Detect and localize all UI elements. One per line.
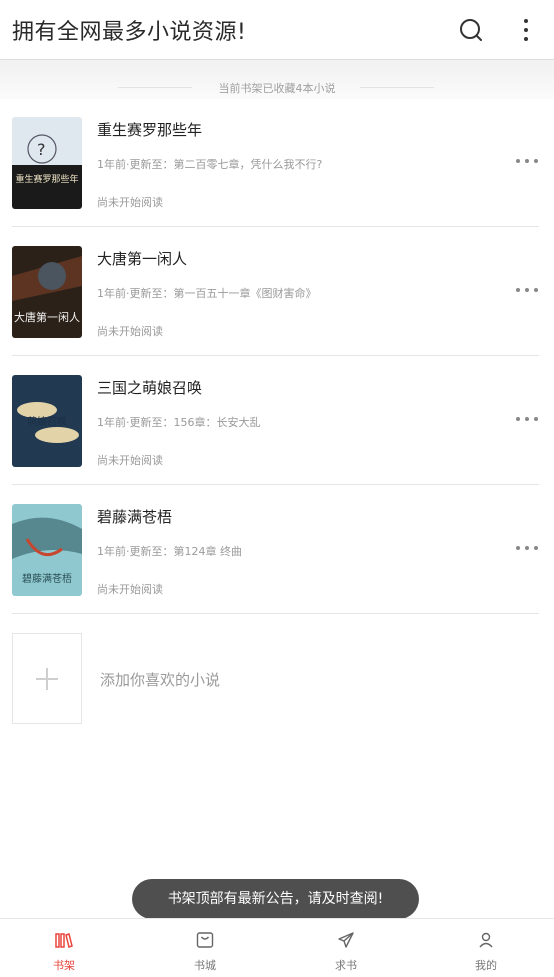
- tab-profile[interactable]: 我的: [446, 919, 526, 977]
- tab-label: 书城: [194, 959, 216, 972]
- reading-status: 尚未开始阅读: [97, 454, 163, 467]
- book-title: 大唐第一闲人: [97, 250, 188, 268]
- book-item[interactable]: 大唐第一闲人 大唐第一闲人 1年前·更新至：第一百五十一章《图财害命》 尚未开始…: [12, 246, 539, 356]
- book-update-info: 1年前·更新至：156章：长安大乱: [97, 416, 261, 429]
- book-cover: 碧藤满苍梧: [12, 504, 82, 596]
- book-cover: 大唐第一闲人: [12, 246, 82, 338]
- reading-status: 尚未开始阅读: [97, 196, 163, 209]
- book-item[interactable]: 碧藤满苍梧 碧藤满苍梧 1年前·更新至：第124章 终曲 尚未开始阅读: [12, 504, 539, 614]
- bookstore-icon: [196, 932, 214, 948]
- user-icon: [479, 932, 493, 948]
- cover-title: 萌娘召唤: [27, 415, 67, 428]
- shelf-notice: 当前书架已收藏4本小说: [0, 61, 554, 99]
- book-item[interactable]: 萌娘召唤 三国之萌娘召唤 1年前·更新至：156章：长安大乱 尚未开始阅读: [12, 375, 539, 485]
- app-bar: 拥有全网最多小说资源!: [0, 0, 554, 60]
- add-book-label[interactable]: 添加你喜欢的小说: [100, 669, 220, 690]
- book-item[interactable]: ? 重生赛罗那些年 重生赛罗那些年 1年前·更新至：第二百零七章，凭什么我不行?…: [12, 117, 539, 227]
- cover-title: 重生赛罗那些年: [15, 173, 78, 185]
- svg-text:?: ?: [37, 140, 46, 159]
- tab-label: 求书: [335, 959, 357, 972]
- book-cover: 萌娘召唤: [12, 375, 82, 467]
- cover-title: 碧藤满苍梧: [22, 572, 72, 585]
- book-update-info: 1年前·更新至：第一百五十一章《图财害命》: [97, 287, 317, 300]
- reading-status: 尚未开始阅读: [97, 583, 163, 596]
- book-update-info: 1年前·更新至：第124章 终曲: [97, 545, 242, 558]
- divider: [360, 87, 434, 88]
- more-horizontal-icon[interactable]: [515, 155, 539, 167]
- more-horizontal-icon[interactable]: [515, 542, 539, 554]
- book-title: 三国之萌娘召唤: [97, 379, 203, 397]
- add-book-button[interactable]: [12, 633, 82, 724]
- book-cover: ? 重生赛罗那些年: [12, 117, 82, 209]
- more-vertical-icon[interactable]: [514, 16, 538, 44]
- toast-message: 书架顶部有最新公告，请及时查阅!: [132, 879, 419, 919]
- bookshelf-icon: [55, 933, 73, 948]
- paper-plane-icon: [338, 932, 354, 948]
- book-update-info: 1年前·更新至：第二百零七章，凭什么我不行?: [97, 158, 323, 171]
- tab-bookshelf[interactable]: 书架: [24, 919, 104, 977]
- tab-label: 书架: [53, 959, 75, 972]
- reading-status: 尚未开始阅读: [97, 325, 163, 338]
- bottom-tab-bar: 书架 书城 求书 我的: [0, 918, 554, 977]
- book-title: 重生赛罗那些年: [97, 121, 203, 139]
- tab-request-book[interactable]: 求书: [306, 919, 386, 977]
- more-horizontal-icon[interactable]: [515, 284, 539, 296]
- search-icon[interactable]: [458, 17, 484, 43]
- page-title: 拥有全网最多小说资源!: [12, 20, 247, 45]
- more-horizontal-icon[interactable]: [515, 413, 539, 425]
- cover-title: 大唐第一闲人: [14, 310, 80, 324]
- tab-bookstore[interactable]: 书城: [165, 919, 245, 977]
- book-title: 碧藤满苍梧: [97, 508, 173, 526]
- plus-icon: [36, 668, 58, 690]
- shelf-count-text: 当前书架已收藏4本小说: [218, 82, 336, 95]
- tab-label: 我的: [475, 959, 497, 972]
